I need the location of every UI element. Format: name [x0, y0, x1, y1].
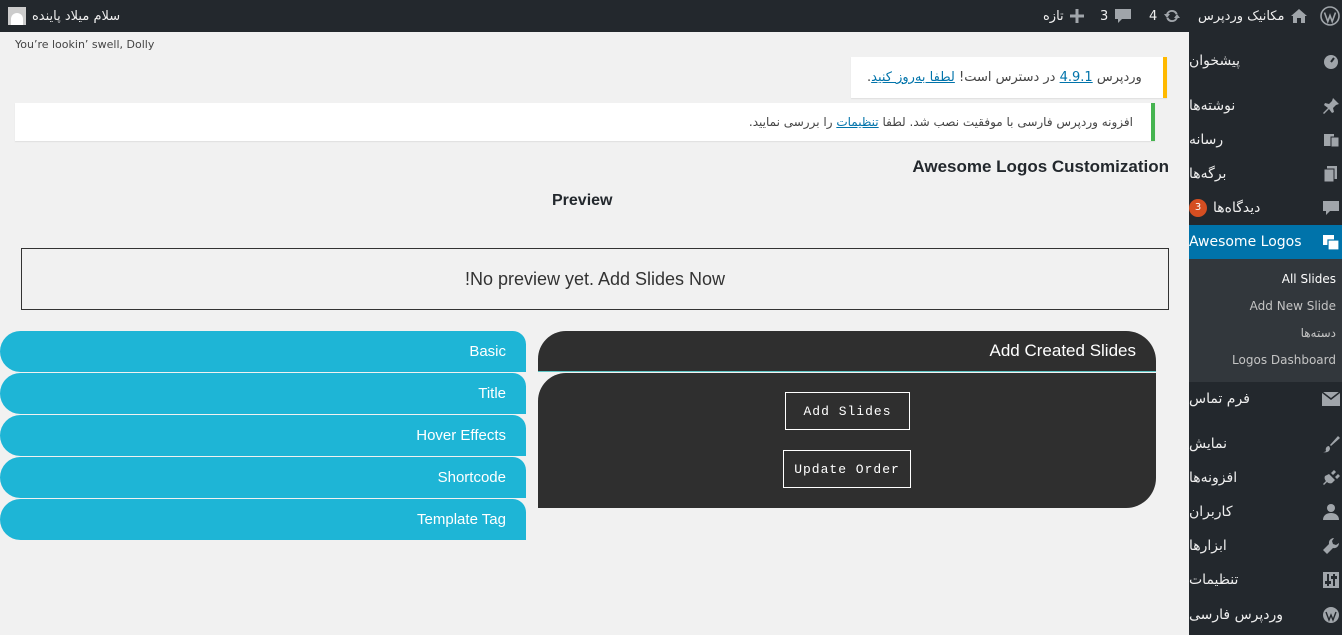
panel-header: Add Created Slides: [538, 331, 1156, 371]
plus-icon: [1069, 9, 1084, 23]
refresh-icon: [1163, 7, 1181, 25]
sidebar-item-users[interactable]: کاربران: [1189, 495, 1342, 529]
comment-bubble-icon: [1114, 8, 1132, 24]
envelope-icon: [1322, 390, 1340, 408]
sidebar-item-posts[interactable]: نوشته‌ها: [1189, 89, 1342, 123]
comment-icon: [1322, 199, 1340, 217]
sidebar-item-contact[interactable]: فرم تماس: [1189, 382, 1342, 416]
admin-sidebar: پیشخوان نوشته‌ها رسانه برگه‌ها دیدگاه‌ها…: [1181, 32, 1342, 635]
sidebar-item-awesome-logos[interactable]: Awesome Logos: [1181, 225, 1342, 259]
sidebar-item-label: پیشخوان: [1189, 53, 1241, 69]
sidebar-item-pages[interactable]: برگه‌ها: [1189, 157, 1342, 191]
preview-title: Preview: [552, 192, 613, 209]
panel-body: Add Slides Update Order: [538, 373, 1156, 508]
sidebar-item-label: نمایش: [1189, 436, 1228, 452]
tab-hover-effects[interactable]: Hover Effects: [0, 415, 526, 456]
sidebar-item-label: وردپرس فارسی: [1189, 607, 1284, 623]
sidebar-item-appearance[interactable]: نمایش: [1189, 427, 1342, 461]
dashboard-gauge-icon: [1322, 52, 1340, 70]
submenu-all-slides[interactable]: All Slides: [1282, 272, 1336, 286]
preview-box: !No preview yet. Add Slides Now: [21, 248, 1169, 310]
submenu-categories[interactable]: دسته‌ها: [1301, 326, 1336, 340]
sidebar-item-label: کاربران: [1189, 504, 1233, 520]
greeting-text: سلام میلاد پاینده: [32, 8, 121, 24]
sidebar-item-dashboard[interactable]: پیشخوان: [1189, 44, 1342, 78]
update-notice: وردپرس 4.9.1 در دسترس است! لطفا به‌روز ک…: [851, 57, 1167, 98]
update-prefix: وردپرس: [1096, 70, 1142, 85]
tab-label: Basic: [469, 343, 506, 360]
sidebar-item-label: دیدگاه‌ها: [1213, 200, 1261, 216]
plugin-installed-notice: افزونه وردپرس فارسی با موفقیت نصب شد. لط…: [15, 103, 1155, 141]
sidebar-item-label: برگه‌ها: [1189, 166, 1227, 182]
sidebar-item-label: افزونه‌ها: [1189, 470, 1238, 486]
panel-title: Add Created Slides: [989, 341, 1136, 360]
update-middle: در دسترس است!: [959, 70, 1056, 85]
comments-badge: 3: [1189, 199, 1207, 217]
awesome-logos-submenu: All Slides Add New Slide دسته‌ها Logos D…: [1189, 259, 1342, 382]
sidebar-item-settings[interactable]: تنظیمات: [1189, 563, 1342, 597]
sidebar-item-label: ابزارها: [1189, 538, 1227, 554]
hello-dolly-text: You’re lookin’ swell, Dolly: [15, 38, 155, 51]
avatar: [8, 7, 26, 25]
submenu-add-new-slide[interactable]: Add New Slide: [1250, 299, 1336, 313]
sidebar-item-label: تنظیمات: [1189, 572, 1239, 588]
comments-menu[interactable]: 3: [1100, 0, 1132, 32]
success-suffix: را بررسی نمایید.: [748, 115, 833, 129]
update-now-link[interactable]: لطفا به‌روز کنید: [871, 70, 955, 85]
wrench-icon: [1322, 537, 1340, 555]
version-link[interactable]: 4.9.1: [1060, 70, 1093, 85]
wordpress-icon: [1322, 606, 1340, 624]
page-title: Awesome Logos Customization: [912, 157, 1169, 176]
logos-gallery-icon: [1322, 233, 1340, 251]
site-name: مکانیک وردپرس: [1198, 8, 1285, 24]
new-label: تازه: [1043, 8, 1064, 24]
tab-title[interactable]: Title: [0, 373, 526, 414]
sidebar-item-plugins[interactable]: افزونه‌ها: [1189, 461, 1342, 495]
home-icon: [1290, 8, 1308, 24]
panel-divider: [538, 371, 1156, 372]
add-slides-button[interactable]: Add Slides: [785, 392, 910, 430]
sidebar-item-persian-wordpress[interactable]: وردپرس فارسی: [1189, 598, 1342, 632]
update-order-button[interactable]: Update Order: [783, 450, 911, 488]
active-indicator: [1181, 234, 1189, 250]
tab-label: Shortcode: [437, 469, 506, 486]
submenu-logos-dashboard[interactable]: Logos Dashboard: [1232, 353, 1336, 367]
settings-sliders-icon: [1322, 571, 1340, 589]
settings-link[interactable]: تنظیمات: [836, 115, 878, 129]
sidebar-item-label: نوشته‌ها: [1189, 98, 1236, 114]
pages-icon: [1322, 165, 1340, 183]
tab-basic[interactable]: Basic: [0, 331, 526, 372]
tab-label: Template Tag: [417, 511, 506, 528]
tab-label: Hover Effects: [416, 427, 506, 444]
preview-empty-text: !No preview yet. Add Slides Now: [464, 268, 726, 289]
tab-template-tag[interactable]: Template Tag: [0, 499, 526, 540]
sidebar-item-media[interactable]: رسانه: [1189, 123, 1342, 157]
sidebar-item-label: Awesome Logos: [1189, 234, 1302, 250]
sidebar-item-comments[interactable]: دیدگاه‌ها 3: [1189, 191, 1342, 225]
paintbrush-icon: [1322, 435, 1340, 453]
sidebar-item-tools[interactable]: ابزارها: [1189, 529, 1342, 563]
new-content-menu[interactable]: تازه: [1043, 0, 1084, 32]
success-prefix: افزونه وردپرس فارسی با موفقیت نصب شد. لط…: [882, 115, 1133, 129]
update-suffix: .: [867, 70, 872, 85]
wordpress-logo-icon[interactable]: [1320, 0, 1340, 32]
tab-shortcode[interactable]: Shortcode: [0, 457, 526, 498]
updates-menu[interactable]: 4: [1149, 0, 1181, 32]
updates-count: 4: [1149, 8, 1158, 24]
tab-label: Title: [478, 385, 506, 402]
sidebar-item-label: رسانه: [1189, 132, 1224, 148]
pin-icon: [1322, 97, 1340, 115]
site-name-menu[interactable]: مکانیک وردپرس: [1198, 0, 1308, 32]
admin-bar: سلام میلاد پاینده تازه 3 4 مکانیک وردپرس: [0, 0, 1342, 32]
plug-icon: [1322, 469, 1340, 487]
sidebar-item-label: فرم تماس: [1189, 391, 1250, 407]
user-icon: [1322, 503, 1340, 521]
comments-count: 3: [1100, 8, 1109, 24]
account-menu[interactable]: سلام میلاد پاینده: [8, 0, 120, 32]
media-icon: [1322, 131, 1340, 149]
